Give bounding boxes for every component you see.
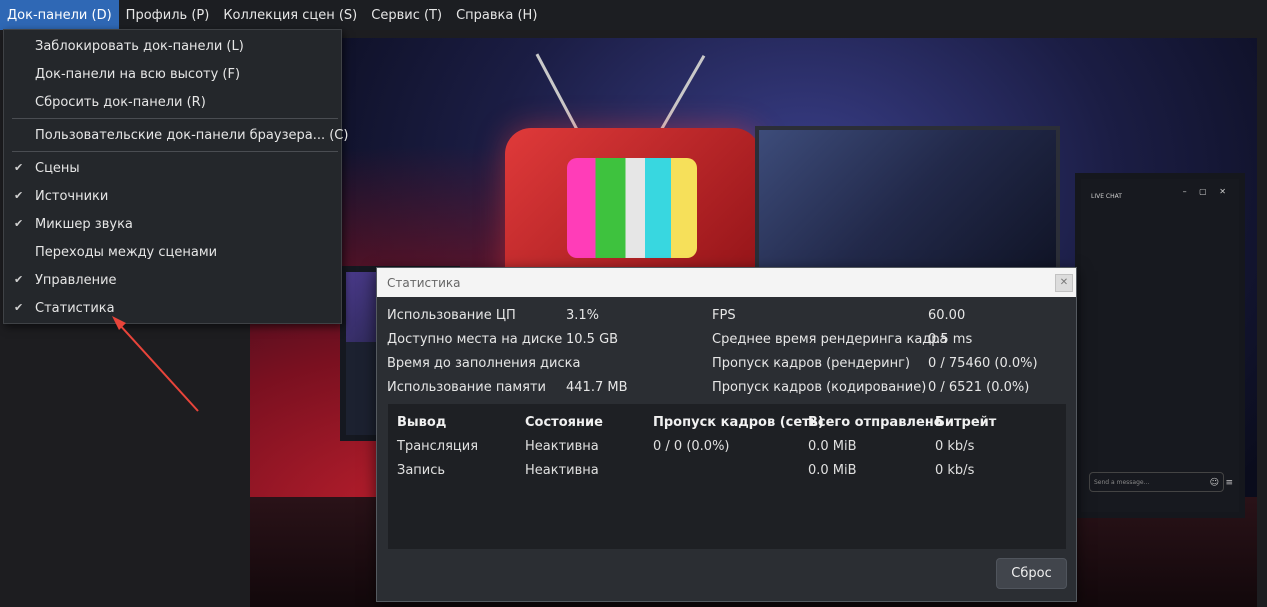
menu-item-label: Сцены — [35, 160, 80, 176]
stat-value-cpu: 3.1% — [566, 308, 600, 323]
menu-item-full-height-docks[interactable]: Док-панели на всю высоту (F) — [4, 60, 341, 88]
menu-item-label: Источники — [35, 188, 109, 204]
tv-antenna-right — [655, 54, 706, 139]
menu-profile[interactable]: Профиль (P) — [119, 0, 217, 30]
stat-label-fps: FPS — [712, 308, 736, 323]
output-table: Вывод Состояние Пропуск кадров (сеть) Вс… — [388, 404, 1066, 549]
tv-test-pattern — [567, 158, 697, 258]
stat-value-skipped-render: 0 / 75460 (0.0%) — [928, 356, 1038, 371]
tv-antenna-left — [535, 53, 583, 139]
table-cell: 0 kb/s — [935, 463, 975, 478]
chat-window-controls: – ▢ ✕ — [1182, 187, 1231, 196]
stat-value-memory: 441.7 MB — [566, 380, 628, 395]
stat-value-skipped-encode: 0 / 6521 (0.0%) — [928, 380, 1030, 395]
stat-label-render-time: Среднее время рендеринга кадра — [712, 332, 948, 347]
stat-label-skipped-render: Пропуск кадров (рендеринг) — [712, 356, 911, 371]
reset-button[interactable]: Сброс — [996, 558, 1067, 589]
menu-item-scenes[interactable]: ✔ Сцены — [4, 154, 341, 182]
table-cell: Трансляция — [397, 439, 479, 454]
close-icon[interactable]: ✕ — [1055, 274, 1073, 292]
stat-label-cpu: Использование ЦП — [387, 308, 516, 323]
menu-item-reset-docks[interactable]: Сбросить док-панели (R) — [4, 88, 341, 116]
table-header-total-sent: Всего отправлено — [808, 415, 943, 430]
stats-dialog: Статистика ✕ Использование ЦП 3.1% Досту… — [376, 267, 1077, 602]
table-header-status: Состояние — [525, 415, 603, 430]
table-cell: 0.0 MiB — [808, 463, 857, 478]
table-cell: Запись — [397, 463, 446, 478]
chat-input: Send a message... — [1089, 472, 1224, 492]
table-cell: 0 / 0 (0.0%) — [653, 439, 730, 454]
menu-tools[interactable]: Сервис (T) — [364, 0, 449, 30]
menu-scene-collection[interactable]: Коллекция сцен (S) — [216, 0, 364, 30]
menu-item-audio-mixer[interactable]: ✔ Микшер звука — [4, 210, 341, 238]
menu-item-label: Статистика — [35, 300, 115, 316]
checkmark-icon: ✔ — [14, 301, 24, 314]
table-cell: Неактивна — [525, 463, 599, 478]
docks-dropdown-menu: Заблокировать док-панели (L) Док-панели … — [3, 29, 348, 324]
checkmark-icon: ✔ — [14, 217, 24, 230]
menu-item-lock-docks[interactable]: Заблокировать док-панели (L) — [4, 32, 341, 60]
checkmark-icon: ✔ — [14, 161, 24, 174]
menu-item-scene-transitions[interactable]: Переходы между сценами — [4, 238, 341, 266]
dialog-title: Статистика — [377, 268, 1076, 297]
chat-monitor-graphic: LIVE CHAT – ▢ ✕ Send a message... ☺ ≡ — [1075, 173, 1245, 518]
menu-item-stats[interactable]: ✔ Статистика — [4, 294, 341, 322]
checkmark-icon: ✔ — [14, 189, 24, 202]
table-header-dropped-frames: Пропуск кадров (сеть) — [653, 415, 824, 430]
menu-item-label: Управление — [35, 272, 117, 288]
menu-item-label: Пользовательские док-панели браузера... … — [35, 127, 349, 143]
menu-item-controls[interactable]: ✔ Управление — [4, 266, 341, 294]
table-header-output: Вывод — [397, 415, 447, 430]
chat-title: LIVE CHAT — [1091, 193, 1122, 200]
menu-item-label: Док-панели на всю высоту (F) — [35, 66, 241, 82]
menu-help[interactable]: Справка (H) — [449, 0, 544, 30]
menu-item-custom-browser-docks[interactable]: Пользовательские док-панели браузера... … — [4, 121, 348, 149]
table-cell: 0.0 MiB — [808, 439, 857, 454]
table-cell: Неактивна — [525, 439, 599, 454]
menu-item-label: Микшер звука — [35, 216, 133, 232]
stat-value-disk-space: 10.5 GB — [566, 332, 619, 347]
space-monitor-graphic — [755, 126, 1060, 276]
emoji-icon: ☺ — [1209, 478, 1219, 488]
menu-item-label: Переходы между сценами — [35, 244, 218, 260]
stat-label-memory: Использование памяти — [387, 380, 546, 395]
menu-separator — [12, 151, 338, 152]
stat-label-disk-full-time: Время до заполнения диска — [387, 356, 581, 371]
menu-item-sources[interactable]: ✔ Источники — [4, 182, 341, 210]
stat-label-disk-space: Доступно места на диске — [387, 332, 563, 347]
menu-docks[interactable]: Док-панели (D) — [0, 0, 119, 30]
menu-separator — [12, 118, 338, 119]
menu-bar: Док-панели (D) Профиль (P) Коллекция сце… — [0, 0, 1267, 30]
stat-value-fps: 60.00 — [928, 308, 966, 323]
table-cell: 0 kb/s — [935, 439, 975, 454]
menu-item-label: Заблокировать док-панели (L) — [35, 38, 244, 54]
stat-value-render-time: 0.5 ms — [928, 332, 973, 347]
menu-item-label: Сбросить док-панели (R) — [35, 94, 206, 110]
stat-label-skipped-encode: Пропуск кадров (кодирование) — [712, 380, 927, 395]
menu-icon: ≡ — [1225, 478, 1233, 488]
checkmark-icon: ✔ — [14, 273, 24, 286]
table-header-bitrate: Битрейт — [935, 415, 997, 430]
